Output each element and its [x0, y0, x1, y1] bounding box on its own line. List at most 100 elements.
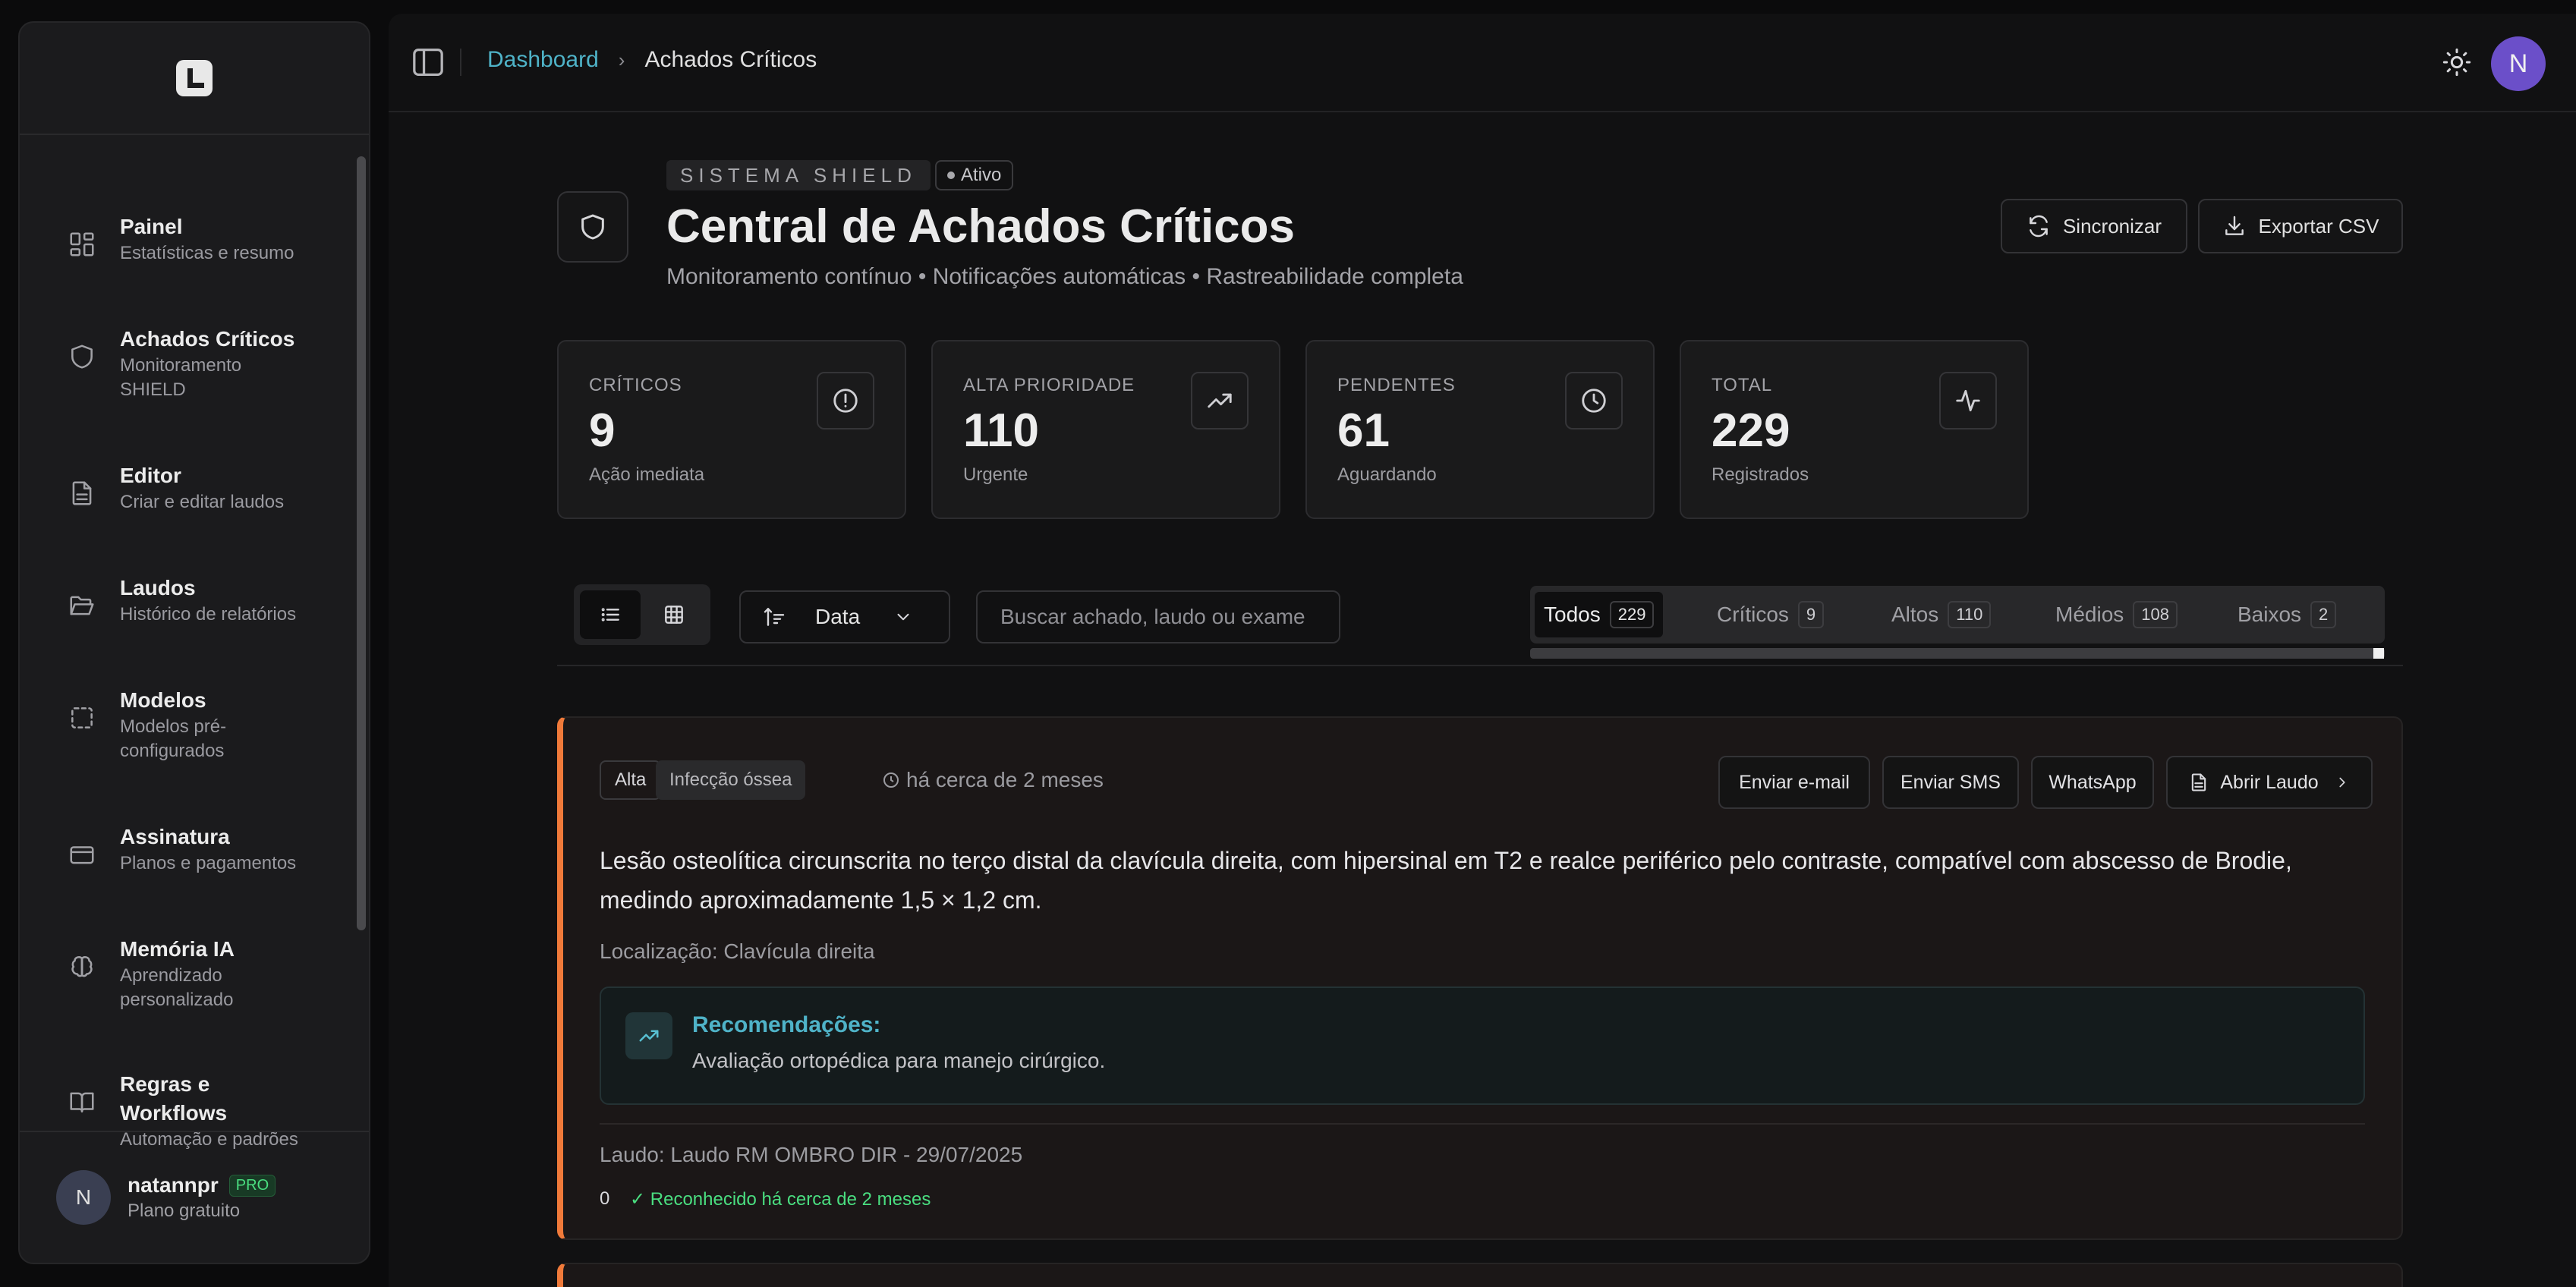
open-report-button[interactable]: Abrir Laudo: [2166, 756, 2373, 809]
view-toggle: [574, 584, 710, 645]
sort-ascending-icon: [764, 608, 785, 626]
tab-count: 229: [1609, 601, 1655, 628]
sync-button[interactable]: Sincronizar: [2001, 199, 2187, 253]
whatsapp-button[interactable]: WhatsApp: [2031, 756, 2154, 809]
sidebar-item-laudos[interactable]: Laudos Histórico de relatórios: [67, 574, 355, 627]
breadcrumb-current: Achados Críticos: [644, 47, 817, 72]
sidebar-item-subtitle: Estatísticas e resumo: [120, 243, 294, 263]
sidebar-nav: Painel Estatísticas e resumo Achados Crí…: [20, 135, 369, 1152]
stat-label: CRÍTICOS: [589, 375, 682, 395]
severity-badge: Alta: [600, 760, 662, 800]
page-subtitle: Monitoramento contínuo • Notificações au…: [666, 264, 1463, 289]
open-report-label: Abrir Laudo: [2220, 771, 2319, 793]
finding-time-text: há cerca de 2 meses: [906, 768, 1104, 791]
breadcrumb: Dashboard › Achados Críticos: [487, 47, 817, 73]
grid-view-button[interactable]: [644, 590, 704, 639]
sidebar-scrollbar[interactable]: [357, 156, 366, 930]
app-logo[interactable]: [176, 60, 213, 96]
sidebar-header: [20, 23, 369, 135]
stat-card-total: TOTAL 229 Registrados: [1680, 340, 2029, 519]
stat-label: ALTA PRIORIDADE: [963, 375, 1135, 395]
sidebar-item-assinatura[interactable]: Assinatura Planos e pagamentos: [67, 823, 355, 876]
report-reference: Laudo: Laudo RM OMBRO DIR - 29/07/2025: [600, 1143, 1023, 1166]
clock-icon: [1565, 372, 1623, 430]
stat-value: 61: [1337, 404, 1390, 457]
theme-toggle-button[interactable]: [2442, 47, 2472, 77]
divider: [600, 1123, 2365, 1125]
acknowledged-status: ✓ Reconhecido há cerca de 2 meses: [630, 1189, 931, 1210]
shield-icon: [557, 191, 628, 263]
export-label: Exportar CSV: [2258, 214, 2379, 238]
divider: [460, 49, 461, 76]
tab-label: Altos: [1891, 603, 1939, 626]
finding-card[interactable]: Alta Infecção óssea há cerca de 2 meses …: [557, 716, 2403, 1240]
stat-caption: Registrados: [1712, 464, 1809, 485]
sidebar-item-memoria-ia[interactable]: Memória IA Aprendizado personalizado: [67, 935, 355, 1012]
sidebar-item-achados-criticos[interactable]: Achados Críticos Monitoramento SHIELD: [67, 325, 325, 402]
scrollbar-corner: [2373, 648, 2384, 659]
stat-caption: Urgente: [963, 464, 1028, 485]
sort-select[interactable]: Data: [739, 590, 950, 644]
dashed-square-icon: [67, 703, 97, 733]
sidebar-item-title: Modelos: [120, 688, 206, 712]
sidebar-item-subtitle: Histórico de relatórios: [120, 604, 297, 625]
user-avatar-button[interactable]: N: [2491, 36, 2546, 91]
page-title: Central de Achados Críticos: [666, 200, 1296, 253]
category-badge: Infecção óssea: [656, 760, 806, 800]
tab-todos[interactable]: Todos 229: [1535, 592, 1664, 637]
dashboard-grid-icon: [67, 229, 97, 260]
tabs-scrollbar[interactable]: [1530, 648, 2385, 659]
download-icon: [2225, 216, 2244, 235]
export-csv-button[interactable]: Exportar CSV: [2198, 199, 2403, 253]
tab-criticos[interactable]: Críticos 9: [1708, 592, 1833, 637]
folder-open-icon: [67, 590, 97, 621]
sidebar-item-title: Memória IA: [120, 937, 235, 961]
topbar: Dashboard › Achados Críticos N: [389, 14, 2576, 112]
finding-location: Localização: Clavícula direita: [600, 939, 875, 963]
sidebar-item-subtitle: Aprendizado personalizado: [120, 965, 234, 1010]
list-view-button[interactable]: [580, 590, 641, 639]
send-email-button[interactable]: Enviar e-mail: [1718, 756, 1870, 809]
finding-description: Lesão osteolítica circunscrita no terço …: [600, 847, 2292, 914]
sidebar-toggle-button[interactable]: [411, 47, 445, 77]
sidebar-item-modelos[interactable]: Modelos Modelos pré-configurados: [67, 686, 355, 763]
finding-time: há cerca de 2 meses: [882, 760, 1104, 800]
avatar: N: [56, 1170, 111, 1225]
sidebar-item-editor[interactable]: Editor Criar e editar laudos: [67, 461, 355, 514]
sidebar-item-title: Laudos: [120, 576, 196, 599]
breadcrumb-link-dashboard[interactable]: Dashboard: [487, 47, 599, 73]
tab-label: Médios: [2055, 603, 2124, 626]
panel-left-icon: [413, 49, 443, 76]
finding-card[interactable]: [557, 1263, 2403, 1287]
alert-circle-icon: [817, 372, 874, 430]
list-icon: [601, 608, 619, 621]
tab-baixos[interactable]: Baixos 2: [2228, 592, 2345, 637]
notification-count: 0: [600, 1188, 610, 1209]
status-badge: Ativo: [935, 160, 1014, 190]
recommendation-title: Recomendações:: [692, 1012, 881, 1037]
stat-label: PENDENTES: [1337, 375, 1456, 395]
tab-count: 108: [2133, 601, 2178, 628]
sidebar-item-subtitle: Monitoramento SHIELD: [120, 355, 242, 400]
sidebar-item-subtitle: Criar e editar laudos: [120, 492, 285, 512]
send-sms-button[interactable]: Enviar SMS: [1882, 756, 2019, 809]
tab-altos[interactable]: Altos 110: [1882, 592, 2000, 637]
search-input[interactable]: Buscar achado, laudo ou exame: [976, 590, 1340, 644]
sidebar-item-title: Editor: [120, 464, 181, 487]
recommendation-box: Recomendações: Avaliação ortopédica para…: [600, 986, 2365, 1105]
sort-value: Data: [815, 605, 861, 628]
stat-card-alta-prioridade: ALTA PRIORIDADE 110 Urgente: [931, 340, 1280, 519]
user-profile[interactable]: N natannpr PRO Plano gratuito: [20, 1131, 369, 1263]
sidebar-item-painel[interactable]: Painel Estatísticas e resumo: [67, 212, 355, 266]
tab-medios[interactable]: Médios 108: [2046, 592, 2187, 637]
recommendation-text: Avaliação ortopédica para manejo cirúrgi…: [692, 1049, 1106, 1072]
sidebar-item-subtitle: Planos e pagamentos: [120, 853, 297, 873]
sidebar: Painel Estatísticas e resumo Achados Crí…: [18, 21, 370, 1264]
activity-icon: [1939, 372, 1997, 430]
tab-label: Baixos: [2237, 603, 2302, 626]
stat-caption: Aguardando: [1337, 464, 1437, 485]
brain-icon: [67, 952, 97, 982]
book-open-icon: [67, 1087, 97, 1117]
stat-card-pendentes: PENDENTES 61 Aguardando: [1305, 340, 1655, 519]
tab-label: Todos: [1544, 603, 1601, 626]
